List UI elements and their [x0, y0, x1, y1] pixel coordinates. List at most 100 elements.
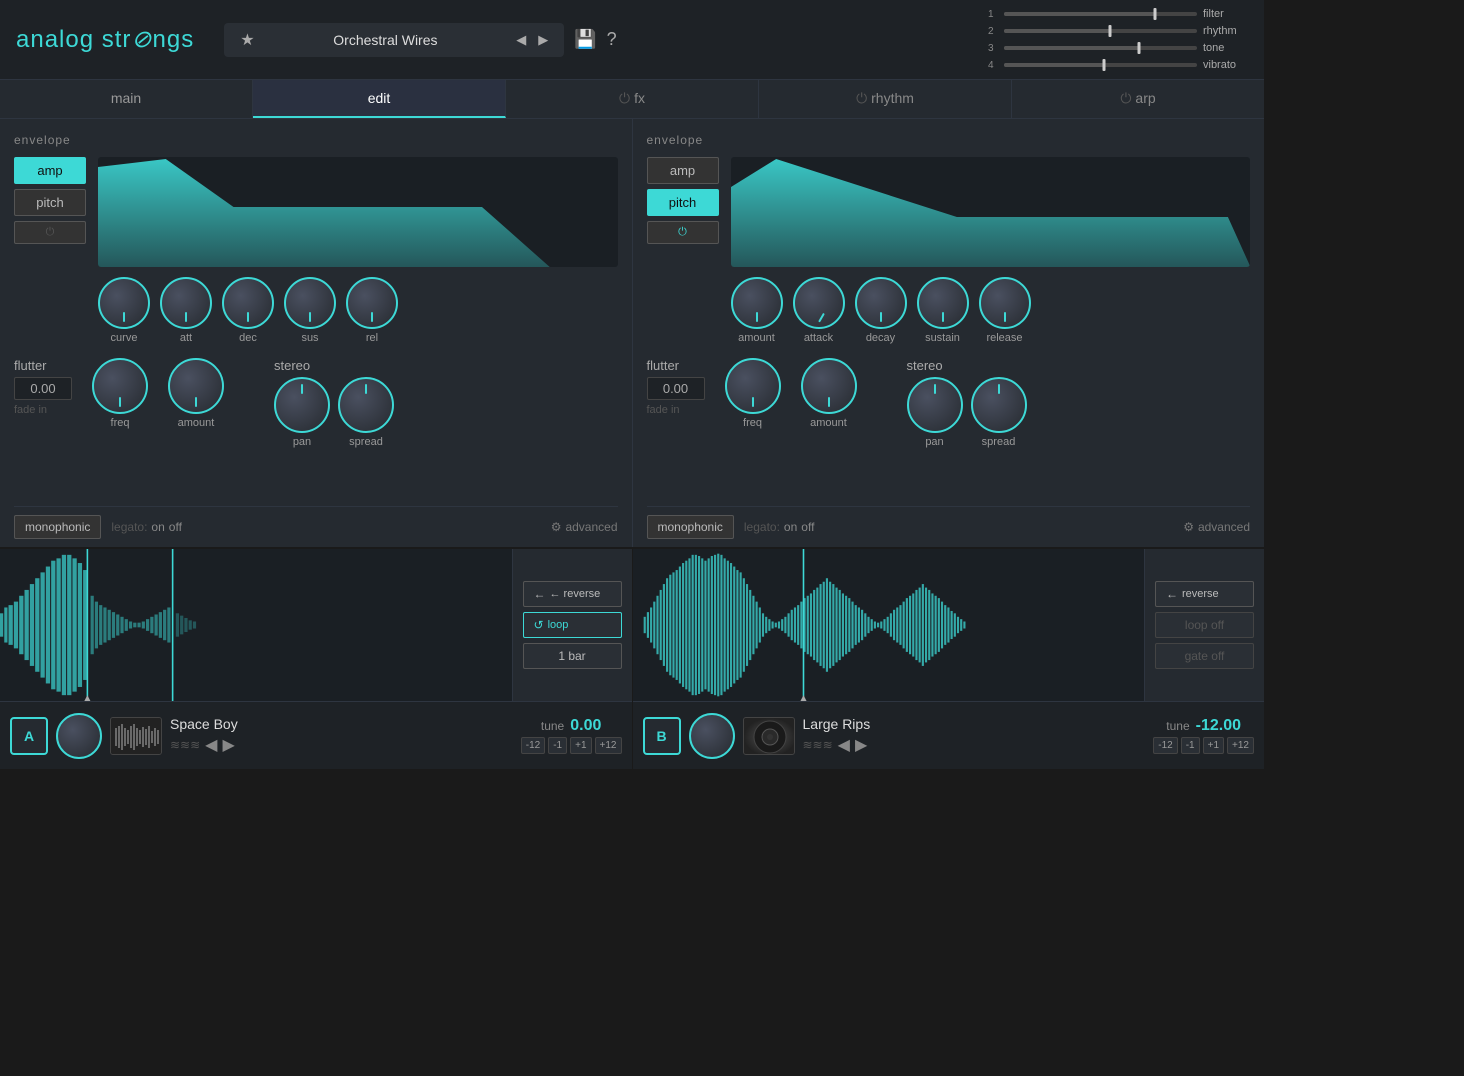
knob-b-spread[interactable]: spread [971, 377, 1027, 448]
knob-a-rel[interactable]: rel [346, 277, 398, 344]
tune-a-m1[interactable]: -1 [548, 737, 567, 754]
tune-b-m1[interactable]: -1 [1181, 737, 1200, 754]
panel-a-advanced-button[interactable]: ⚙ advanced [551, 520, 618, 534]
slider-vibrato-track[interactable] [1004, 63, 1197, 67]
knob-a-curve-label: curve [111, 332, 138, 344]
slider-tone-row: 3 tone [988, 42, 1248, 54]
knob-a-sus[interactable]: sus [284, 277, 336, 344]
knob-b-release[interactable]: release [979, 277, 1031, 344]
panel-a-pitch-button[interactable]: pitch [14, 189, 86, 216]
tune-b-label: tune [1166, 719, 1189, 733]
knob-a-dec[interactable]: dec [222, 277, 274, 344]
slider-3-num: 3 [988, 43, 998, 54]
sample-a-next-icon[interactable]: ▶ [222, 735, 234, 755]
knob-b-sustain-label: sustain [925, 332, 960, 344]
reverse-b-button[interactable]: ←reverse [1155, 581, 1254, 607]
sample-a-name: Space Boy [170, 716, 513, 732]
tab-bar: main edit ⏻fx ⏻rhythm ⏻arp [0, 80, 1264, 119]
loop-off-b-button[interactable]: loop off [1155, 612, 1254, 638]
panel-a-legato-label: legato: [111, 520, 147, 534]
knob-b-pan[interactable]: pan [907, 377, 963, 448]
panel-a-amp-button[interactable]: amp [14, 157, 86, 184]
tab-main[interactable]: main [0, 80, 253, 118]
loop-a-button[interactable]: ↺ loop [523, 612, 622, 638]
panel-a-legato-on[interactable]: on [151, 520, 164, 534]
panel-b-legato-label: legato: [744, 520, 780, 534]
tab-edit[interactable]: edit [253, 80, 506, 118]
volume-b-knob[interactable] [689, 713, 735, 759]
panel-a-fade-in-label: fade in [14, 404, 72, 416]
tune-a-label: tune [541, 719, 564, 733]
sample-b-next-icon[interactable]: ▶ [855, 735, 867, 755]
reverse-a-button[interactable]: ← ← reverse [523, 581, 622, 607]
bar-a-button[interactable]: 1 bar [523, 643, 622, 669]
tab-rhythm[interactable]: ⏻rhythm [759, 80, 1012, 118]
slider-tone-track[interactable] [1004, 46, 1197, 50]
panel-a-legato-off[interactable]: off [169, 520, 182, 534]
knob-a-att[interactable]: att [160, 277, 212, 344]
panel-b-amp-button[interactable]: amp [647, 157, 719, 184]
tab-arp[interactable]: ⏻arp [1012, 80, 1264, 118]
gate-off-b-button[interactable]: gate off [1155, 643, 1254, 669]
tune-b-m12[interactable]: -12 [1153, 737, 1177, 754]
power-b-button[interactable]: B [643, 717, 681, 755]
knob-b-attack[interactable]: attack [793, 277, 845, 344]
knob-b-release-label: release [986, 332, 1022, 344]
slider-filter-track[interactable] [1004, 12, 1197, 16]
knob-a-curve[interactable]: curve [98, 277, 150, 344]
knob-a-flutter-freq[interactable]: freq [92, 358, 148, 429]
panel-b-mono-button[interactable]: monophonic [647, 515, 734, 539]
tune-a-p1[interactable]: +1 [570, 737, 591, 754]
panel-b-flutter-value: 0.00 [647, 377, 705, 400]
knob-a-flutter-freq-label: freq [111, 417, 130, 429]
slider-rhythm-label: rhythm [1203, 25, 1248, 37]
knob-b-flutter-amount[interactable]: amount [801, 358, 857, 429]
sample-b-name: Large Rips [803, 716, 1146, 732]
sample-b-prev-icon[interactable]: ◀ [838, 735, 850, 755]
panel-b-power-button[interactable]: ⏻ [647, 221, 719, 244]
panel-a-stereo-label: stereo [274, 358, 394, 373]
slider-filter-row: 1 filter [988, 8, 1248, 20]
sample-b-info: Large Rips ≋≋≋ ◀ ▶ [803, 716, 1146, 755]
volume-a-knob[interactable] [56, 713, 102, 759]
tab-fx[interactable]: ⏻fx [506, 80, 759, 118]
sample-a-prev-icon[interactable]: ◀ [205, 735, 217, 755]
power-a-button[interactable]: A [10, 717, 48, 755]
knob-b-spread-label: spread [982, 436, 1016, 448]
knob-b-flutter-freq[interactable]: freq [725, 358, 781, 429]
panel-a-mono-button[interactable]: monophonic [14, 515, 101, 539]
knob-a-flutter-amount[interactable]: amount [168, 358, 224, 429]
panel-b-pitch-button[interactable]: pitch [647, 189, 719, 216]
save-icon[interactable]: 💾 [574, 29, 596, 50]
panel-b-legato-off[interactable]: off [801, 520, 814, 534]
preset-bar: ★ Orchestral Wires ◀ ▶ [224, 23, 564, 57]
knob-a-spread[interactable]: spread [338, 377, 394, 448]
preset-star-icon[interactable]: ★ [240, 30, 254, 50]
knob-b-amount[interactable]: amount [731, 277, 783, 344]
preset-next-icon[interactable]: ▶ [538, 32, 548, 48]
bottom-panel-a: ← ← reverse ↺ loop 1 bar A [0, 549, 633, 769]
knob-a-att-label: att [180, 332, 192, 344]
panel-a-envelope-label: envelope [14, 133, 618, 147]
knob-b-sustain[interactable]: sustain [917, 277, 969, 344]
knob-a-rel-label: rel [366, 332, 378, 344]
tune-b-p12[interactable]: +12 [1227, 737, 1254, 754]
tune-a-p12[interactable]: +12 [595, 737, 622, 754]
tune-b-p1[interactable]: +1 [1203, 737, 1224, 754]
knob-b-amount-label: amount [738, 332, 775, 344]
knob-a-pan[interactable]: pan [274, 377, 330, 448]
panel-b-legato-on[interactable]: on [784, 520, 797, 534]
tune-a-m12[interactable]: -12 [521, 737, 545, 754]
panel-a-power-button[interactable]: ⏻ [14, 221, 86, 244]
help-icon[interactable]: ? [607, 29, 617, 50]
sample-b-thumb [743, 717, 795, 755]
preset-prev-icon[interactable]: ◀ [516, 32, 526, 48]
panel-b-advanced-button[interactable]: ⚙ advanced [1183, 520, 1250, 534]
slider-4-num: 4 [988, 60, 998, 71]
knob-b-decay[interactable]: decay [855, 277, 907, 344]
tune-a-value: 0.00 [570, 717, 601, 735]
slider-rhythm-track[interactable] [1004, 29, 1197, 33]
panel-b-stereo-label: stereo [907, 358, 1027, 373]
sample-a-thumb [110, 717, 162, 755]
slider-vibrato-label: vibrato [1203, 59, 1248, 71]
